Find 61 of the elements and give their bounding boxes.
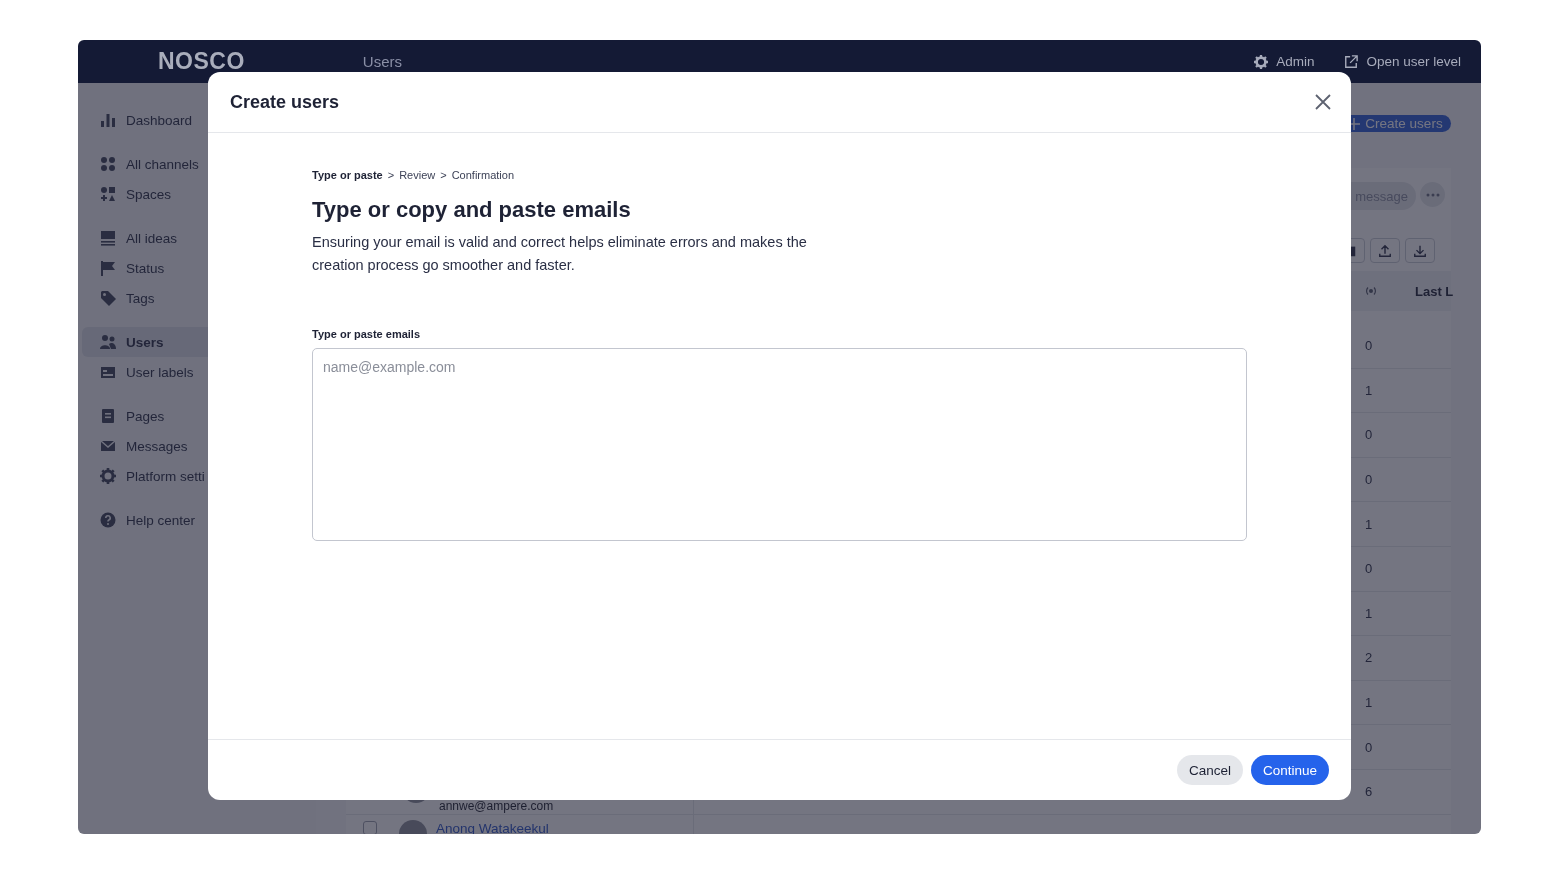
admin-link[interactable]: Admin: [1254, 54, 1315, 69]
sidebar-item[interactable]: Spaces: [82, 179, 312, 209]
breadcrumb-step: Type or paste: [312, 169, 383, 181]
upload-icon: [1378, 243, 1392, 258]
sidebar-item[interactable]: All ideas: [82, 223, 312, 253]
table-cell: 0: [1365, 561, 1373, 577]
flag-icon: [100, 260, 116, 276]
sidebar-item[interactable]: Tags: [82, 283, 312, 313]
column-header: Last L: [1415, 283, 1454, 299]
dots-icon: [100, 156, 116, 172]
page-icon: [100, 408, 116, 424]
step-description: Ensuring your email is valid and correct helps eliminate errors and makes the creation process go smoother and faster.: [312, 233, 808, 275]
logo: NOSCO: [158, 48, 245, 75]
table-cell: 0: [1365, 472, 1373, 488]
gear-icon: [100, 468, 116, 484]
table-cell: 0: [1365, 338, 1373, 354]
close-icon: [1315, 94, 1331, 110]
sidebar-item[interactable]: Pages: [82, 401, 312, 431]
list-icon: [100, 230, 116, 246]
breadcrumb-step: Review: [399, 169, 436, 181]
sidebar-item[interactable]: Messages: [82, 431, 312, 461]
users-icon: [100, 334, 116, 350]
upload-button[interactable]: [1370, 238, 1400, 263]
more-icon: [1425, 192, 1440, 197]
table-cell: 1: [1365, 695, 1373, 711]
broadcast-icon: [1365, 285, 1377, 297]
row-checkbox[interactable]: [363, 820, 377, 834]
user-email: annwe@ampere.com: [439, 798, 554, 813]
sidebar-item[interactable]: Platform setti: [82, 461, 312, 491]
sidebar-item[interactable]: All channels: [82, 149, 312, 179]
help-icon: [100, 512, 116, 528]
table-cell: 1: [1365, 516, 1373, 532]
download-button[interactable]: [1405, 238, 1435, 263]
sidebar-item[interactable]: User labels: [82, 357, 312, 387]
emails-input-field[interactable]: name@example.com: [312, 348, 1247, 541]
label-icon: [100, 364, 116, 380]
chart-icon: [100, 112, 116, 128]
table-cell: 0: [1365, 739, 1373, 755]
table-cell: 1: [1365, 382, 1373, 398]
page-title: Users: [362, 53, 402, 70]
table-cell: 6: [1365, 784, 1373, 800]
download-icon: [1413, 243, 1427, 258]
sidebar-item[interactable]: Status: [82, 253, 312, 283]
sidebar-item[interactable]: Help center: [82, 505, 312, 535]
continue-button[interactable]: Continue: [1250, 755, 1329, 785]
step-heading: Type or copy and paste emails: [312, 197, 632, 223]
external-link-icon: [1344, 54, 1359, 69]
breadcrumb-step: Confirmation: [451, 169, 515, 181]
mail-icon: [100, 438, 116, 454]
table-cell: 2: [1365, 650, 1373, 666]
table-cell: 0: [1365, 427, 1373, 443]
field-label: Type or paste emails: [312, 328, 421, 340]
spaces-icon: [100, 186, 116, 202]
cancel-button[interactable]: Cancel: [1176, 755, 1243, 785]
open-user-level-link[interactable]: Open user level: [1344, 54, 1461, 69]
table-cell: 1: [1365, 605, 1373, 621]
dialog-title: Create users: [230, 91, 340, 113]
tag-icon: [100, 290, 116, 306]
breadcrumb-separator: >: [387, 169, 395, 181]
settings-icon: [1254, 54, 1269, 69]
breadcrumb-separator: >: [440, 169, 447, 181]
